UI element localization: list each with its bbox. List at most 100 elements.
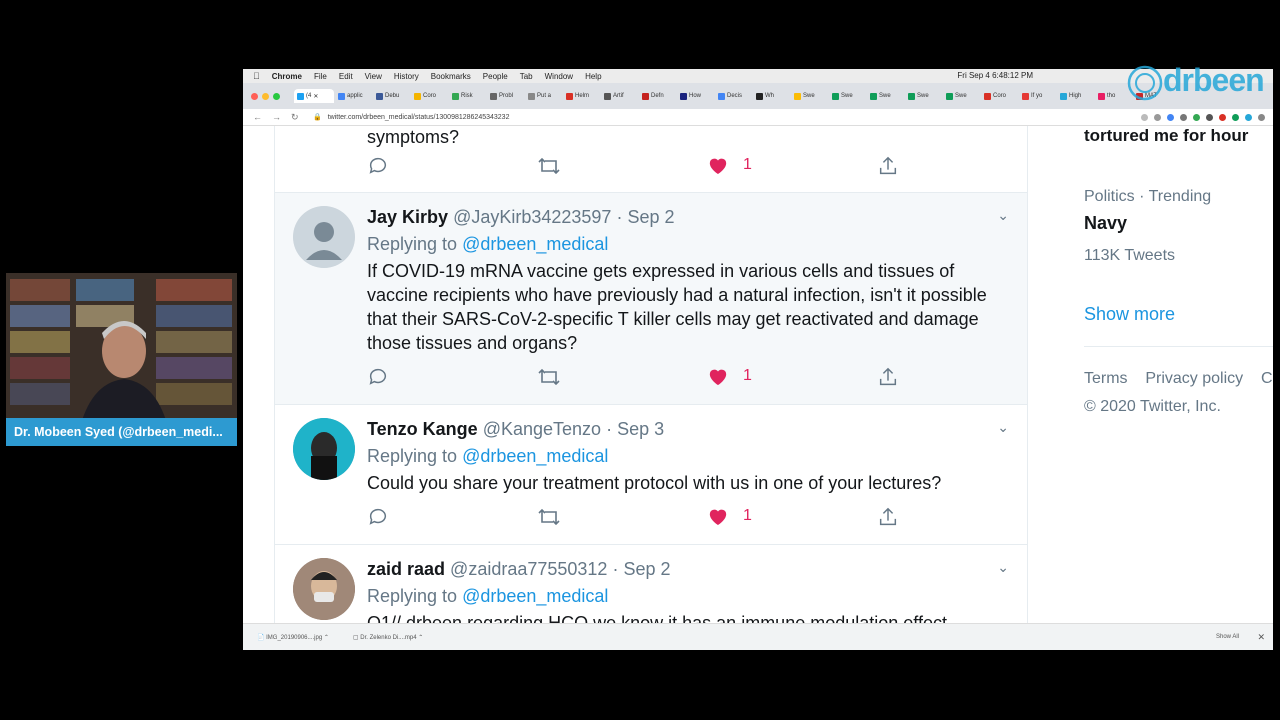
tweet[interactable]: zaid raad @zaidraa77550312 · Sep 2 Reply…: [275, 545, 1027, 623]
extension-icon[interactable]: [1141, 113, 1148, 121]
browser-tab[interactable]: Swe: [794, 89, 828, 103]
retweet-icon[interactable]: [537, 506, 561, 528]
menu-edit[interactable]: Edit: [339, 72, 353, 81]
share-icon[interactable]: [877, 366, 899, 388]
menu-history[interactable]: History: [394, 72, 419, 81]
browser-tab[interactable]: Defn: [642, 89, 676, 103]
extension-icon[interactable]: [1219, 113, 1226, 121]
star-icon[interactable]: [1154, 113, 1161, 121]
avatar[interactable]: [293, 418, 355, 480]
browser-tab[interactable]: Put a: [528, 89, 562, 103]
author-name[interactable]: zaid raad: [367, 559, 445, 579]
browser-tab[interactable]: Swe: [832, 89, 866, 103]
extension-icon[interactable]: [1232, 113, 1239, 121]
chevron-down-icon[interactable]: ⌄: [997, 559, 1009, 576]
mention-link[interactable]: @drbeen_medical: [462, 234, 608, 254]
menu-tab[interactable]: Tab: [520, 72, 533, 81]
browser-tab[interactable]: Coro: [414, 89, 448, 103]
avatar-default[interactable]: [293, 206, 355, 268]
terms-link[interactable]: Terms: [1084, 370, 1128, 387]
browser-tab[interactable]: Wh: [756, 89, 790, 103]
zoom-window-button[interactable]: [273, 92, 280, 100]
browser-tab[interactable]: Swe: [870, 89, 904, 103]
browser-tab[interactable]: Decis: [718, 89, 752, 103]
close-icon[interactable]: ✕: [1257, 632, 1265, 643]
like-count: 1: [743, 156, 752, 173]
privacy-link[interactable]: Privacy policy: [1145, 370, 1243, 387]
retweet-icon[interactable]: [537, 155, 561, 177]
chevron-down-icon[interactable]: ⌄: [997, 419, 1009, 436]
tweet-date[interactable]: Sep 2: [623, 559, 670, 579]
extension-icon[interactable]: [1206, 113, 1213, 121]
reply-icon[interactable]: [367, 366, 389, 388]
menu-dots-icon[interactable]: [1258, 113, 1265, 121]
extension-icon[interactable]: [1193, 113, 1200, 121]
trend-title[interactable]: tortured me for hour: [1084, 126, 1248, 146]
tab-icon: [604, 92, 611, 100]
forward-arrow-icon[interactable]: →: [272, 112, 281, 123]
author-name[interactable]: Tenzo Kange: [367, 419, 478, 439]
share-icon[interactable]: [877, 155, 899, 177]
show-more-link[interactable]: Show more: [1084, 304, 1175, 325]
browser-tab[interactable]: Coro: [984, 89, 1018, 103]
tweet-date[interactable]: Sep 2: [627, 207, 674, 227]
menu-file[interactable]: File: [314, 72, 327, 81]
extension-icon[interactable]: [1245, 113, 1252, 121]
browser-tab[interactable]: Risk: [452, 89, 486, 103]
extension-icon[interactable]: [1180, 113, 1187, 121]
divider: [1084, 346, 1273, 347]
tab-twitter[interactable]: (4 ✕: [294, 89, 334, 103]
minimize-window-button[interactable]: [262, 92, 269, 100]
like-button[interactable]: 1: [707, 506, 752, 526]
download-item[interactable]: 📄 IMG_20190906....jpg ⌃: [257, 634, 329, 641]
browser-tab[interactable]: If yo: [1022, 89, 1056, 103]
menu-bookmarks[interactable]: Bookmarks: [431, 72, 471, 81]
browser-tab[interactable]: Swe: [946, 89, 980, 103]
browser-tab[interactable]: Artif: [604, 89, 638, 103]
menubar-clock[interactable]: Fri Sep 4 6:48:12 PM: [957, 71, 1033, 80]
browser-tab[interactable]: High: [1060, 89, 1094, 103]
reply-icon[interactable]: [367, 506, 389, 528]
author-handle[interactable]: @JayKirb34223597: [453, 207, 611, 227]
tweet-date[interactable]: Sep 3: [617, 419, 664, 439]
author-handle[interactable]: @zaidraa77550312: [450, 559, 607, 579]
browser-tab[interactable]: Swe: [908, 89, 942, 103]
extension-icon[interactable]: [1167, 113, 1174, 121]
reply-icon[interactable]: [367, 155, 389, 177]
apple-icon[interactable]: : [253, 71, 260, 81]
screen-share:  Chrome File Edit View History Bookmark…: [243, 69, 1273, 650]
url-input[interactable]: twitter.com/drbeen_medical/status/130098…: [328, 114, 510, 121]
browser-tab[interactable]: Debu: [376, 89, 410, 103]
menu-window[interactable]: Window: [545, 72, 573, 81]
trend-name[interactable]: Navy: [1084, 213, 1127, 234]
menubar-app-name[interactable]: Chrome: [272, 72, 302, 81]
trend-tweet-count: 113K Tweets: [1084, 247, 1176, 264]
menu-help[interactable]: Help: [585, 72, 601, 81]
retweet-icon[interactable]: [537, 366, 561, 388]
reload-icon[interactable]: ↻: [291, 112, 299, 123]
author-handle[interactable]: @KangeTenzo: [483, 419, 601, 439]
avatar[interactable]: [293, 558, 355, 620]
browser-tab[interactable]: applic: [338, 89, 372, 103]
tweet-header: Jay Kirby @JayKirb34223597 · Sep 2: [367, 207, 675, 227]
close-window-button[interactable]: [251, 92, 258, 100]
chevron-down-icon[interactable]: ⌄: [997, 207, 1009, 224]
menu-view[interactable]: View: [365, 72, 382, 81]
browser-tab[interactable]: Probl: [490, 89, 524, 103]
like-button[interactable]: 1: [707, 155, 752, 175]
browser-tab[interactable]: How: [680, 89, 714, 103]
replying-label: Replying to: [367, 586, 458, 606]
mention-link[interactable]: @drbeen_medical: [462, 446, 608, 466]
mention-link[interactable]: @drbeen_medical: [462, 586, 608, 606]
back-arrow-icon[interactable]: ←: [253, 112, 262, 123]
author-name[interactable]: Jay Kirby: [367, 207, 448, 227]
show-all-button[interactable]: Show All: [1216, 634, 1239, 640]
tab-icon: [642, 92, 649, 100]
cookies-link[interactable]: C: [1261, 370, 1273, 387]
like-button[interactable]: 1: [707, 366, 752, 386]
share-icon[interactable]: [877, 506, 899, 528]
menu-people[interactable]: People: [483, 72, 508, 81]
tab-icon: [718, 92, 725, 100]
browser-tab[interactable]: Helm: [566, 89, 600, 103]
download-item[interactable]: ▢ Dr. Zelenko Di....mp4 ⌃: [353, 634, 423, 641]
